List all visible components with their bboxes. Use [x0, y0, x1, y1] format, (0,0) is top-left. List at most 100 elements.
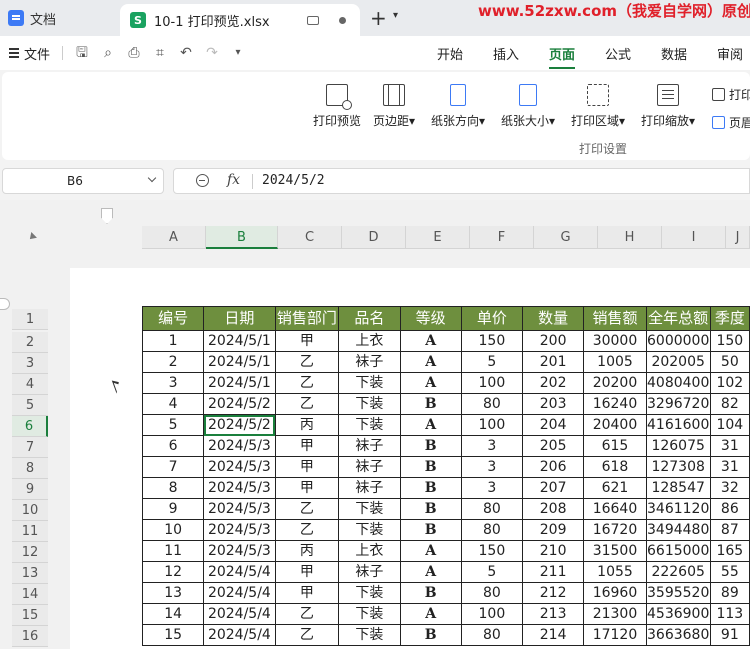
new-tab-plus-icon[interactable]: +: [370, 6, 387, 30]
table-cell[interactable]: 5: [141, 414, 205, 436]
table-cell[interactable]: 87: [709, 519, 750, 541]
table-cell[interactable]: 2024/5/3: [203, 477, 276, 499]
table-cell[interactable]: 205: [521, 435, 585, 457]
table-cell[interactable]: 202: [521, 372, 585, 394]
print-button[interactable]: 打印: [712, 86, 750, 103]
table-cell[interactable]: 乙: [274, 351, 340, 373]
table-cell[interactable]: 20200: [583, 372, 647, 394]
row-header[interactable]: 16: [12, 626, 48, 647]
table-cell[interactable]: 31: [709, 456, 750, 478]
print-icon[interactable]: ⎙: [126, 45, 142, 61]
tab-formula[interactable]: 公式: [605, 44, 631, 63]
undo-icon[interactable]: ↶: [178, 45, 194, 61]
table-cell[interactable]: 126075: [645, 435, 711, 457]
header-cell[interactable]: 单价: [460, 306, 524, 331]
table-cell[interactable]: 2024/5/4: [203, 603, 276, 625]
table-cell[interactable]: 乙: [274, 372, 340, 394]
table-cell[interactable]: 100: [460, 372, 524, 394]
row-header[interactable]: 13: [12, 563, 48, 584]
header-cell[interactable]: 销售额: [583, 306, 647, 331]
table-cell[interactable]: 5: [460, 351, 524, 373]
table-cell[interactable]: 211: [521, 561, 585, 583]
table-cell[interactable]: 乙: [274, 624, 340, 646]
row-header[interactable]: 9: [12, 479, 48, 500]
table-cell[interactable]: 80: [460, 519, 524, 541]
column-header[interactable]: E: [406, 226, 470, 249]
table-cell[interactable]: 80: [460, 498, 524, 520]
table-cell[interactable]: 2024/5/4: [203, 582, 276, 604]
table-cell[interactable]: 13: [141, 582, 205, 604]
table-cell[interactable]: 2024/5/2: [203, 414, 276, 436]
table-cell[interactable]: 1005: [583, 351, 647, 373]
table-cell[interactable]: 2024/5/1: [203, 372, 276, 394]
table-cell[interactable]: 80: [460, 393, 524, 415]
grade-cell[interactable]: A: [399, 603, 462, 625]
paper-size-button[interactable]: 纸张大小▾: [501, 80, 555, 129]
row-header[interactable]: 5: [12, 395, 48, 416]
table-cell[interactable]: 207: [521, 477, 585, 499]
table-cell[interactable]: 8: [141, 477, 205, 499]
table-cell[interactable]: 91: [709, 624, 750, 646]
row-header[interactable]: 11: [12, 521, 48, 542]
table-cell[interactable]: 3494480: [645, 519, 711, 541]
header-cell[interactable]: 数量: [521, 306, 585, 331]
table-cell[interactable]: 5: [460, 561, 524, 583]
save-icon[interactable]: 🖫: [74, 45, 90, 61]
table-cell[interactable]: 乙: [274, 498, 340, 520]
table-cell[interactable]: 31500: [583, 540, 647, 562]
table-cell[interactable]: 3: [460, 456, 524, 478]
table-cell[interactable]: 204: [521, 414, 585, 436]
table-cell[interactable]: 4: [141, 393, 205, 415]
table-cell[interactable]: 4080400: [645, 372, 711, 394]
table-cell[interactable]: 104: [709, 414, 750, 436]
table-cell[interactable]: 209: [521, 519, 585, 541]
column-header[interactable]: F: [470, 226, 534, 249]
column-header[interactable]: C: [278, 226, 342, 249]
formula-value[interactable]: 2024/5/2: [262, 173, 325, 188]
table-cell[interactable]: 222605: [645, 561, 711, 583]
table-cell[interactable]: 下装: [338, 372, 401, 394]
table-cell[interactable]: 17120: [583, 624, 647, 646]
column-header[interactable]: J: [726, 226, 750, 249]
table-cell[interactable]: 80: [460, 624, 524, 646]
table-cell[interactable]: 32: [709, 477, 750, 499]
table-cell[interactable]: 3: [460, 435, 524, 457]
grade-cell[interactable]: B: [399, 498, 462, 520]
table-cell[interactable]: 31: [709, 435, 750, 457]
row-header[interactable]: 10: [12, 500, 48, 521]
table-cell[interactable]: 127308: [645, 456, 711, 478]
print-scaling-button[interactable]: 打印缩放▾: [641, 80, 695, 129]
table-cell[interactable]: 甲: [274, 435, 340, 457]
table-cell[interactable]: 下装: [338, 582, 401, 604]
formula-bar[interactable]: fx 2024/5/2: [173, 168, 750, 194]
table-cell[interactable]: 甲: [274, 330, 340, 352]
table-cell[interactable]: 11: [141, 540, 205, 562]
table-cell[interactable]: 150: [709, 330, 750, 352]
table-cell[interactable]: 1055: [583, 561, 647, 583]
zoom-out-icon[interactable]: [196, 174, 209, 187]
row-header[interactable]: 6: [12, 416, 48, 437]
table-cell[interactable]: 2024/5/1: [203, 330, 276, 352]
table-cell[interactable]: 袜子: [338, 561, 401, 583]
format-painter-icon[interactable]: ⌕: [100, 45, 116, 61]
table-cell[interactable]: 6615000: [645, 540, 711, 562]
table-cell[interactable]: 21300: [583, 603, 647, 625]
table-cell[interactable]: 100: [460, 603, 524, 625]
header-cell[interactable]: 销售部门: [274, 306, 340, 331]
table-cell[interactable]: 210: [521, 540, 585, 562]
grade-cell[interactable]: A: [399, 561, 462, 583]
table-cell[interactable]: 214: [521, 624, 585, 646]
table-cell[interactable]: 15: [141, 624, 205, 646]
grade-cell[interactable]: A: [399, 540, 462, 562]
table-cell[interactable]: 89: [709, 582, 750, 604]
row-header[interactable]: 3: [12, 353, 48, 374]
table-cell[interactable]: 16720: [583, 519, 647, 541]
table-cell[interactable]: 12: [141, 561, 205, 583]
table-cell[interactable]: 袜子: [338, 435, 401, 457]
table-cell[interactable]: 80: [460, 582, 524, 604]
table-cell[interactable]: 4161600: [645, 414, 711, 436]
table-cell[interactable]: 615: [583, 435, 647, 457]
column-header[interactable]: H: [598, 226, 662, 249]
row-header[interactable]: 1: [12, 309, 48, 330]
tab-file[interactable]: S 10-1 打印预览.xlsx: [120, 4, 360, 36]
